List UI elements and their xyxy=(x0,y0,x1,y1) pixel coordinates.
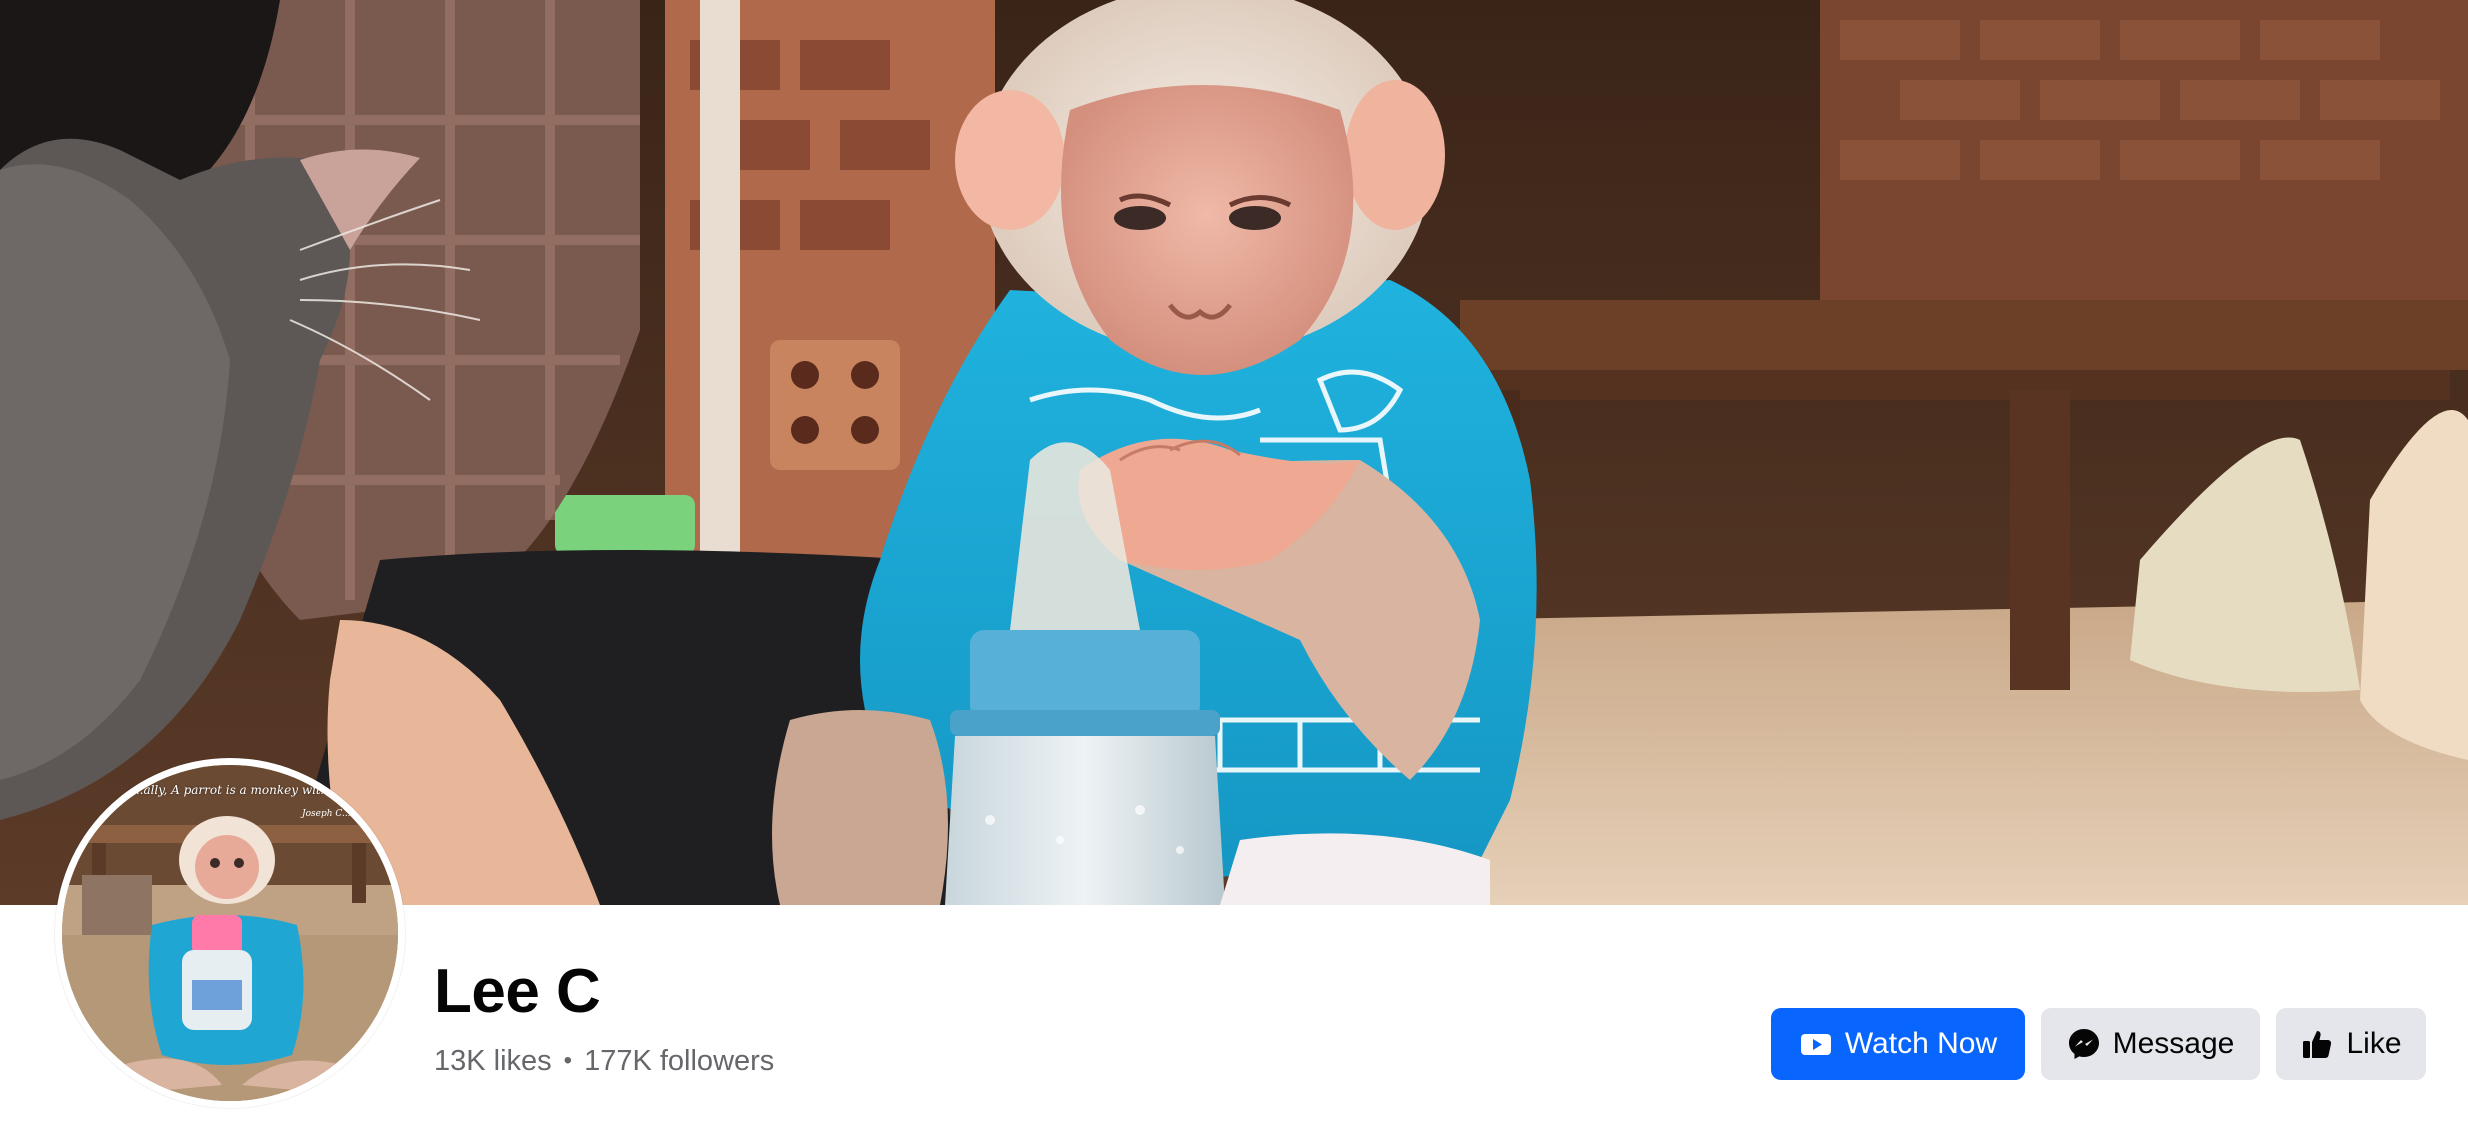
thumbs-up-icon xyxy=(2300,1027,2334,1061)
like-label: Like xyxy=(2346,1027,2402,1060)
watch-now-label: Watch Now xyxy=(1844,1027,1998,1060)
watch-now-button[interactable]: Watch Now xyxy=(1771,1008,2025,1080)
play-video-icon xyxy=(1799,1027,1833,1061)
message-label: Message xyxy=(2112,1027,2235,1060)
page-header: ...ally, A parrot is a monkey with... Jo… xyxy=(0,0,2468,1130)
profile-picture[interactable]: ...ally, A parrot is a monkey with... Jo… xyxy=(62,765,398,1101)
followers-count[interactable]: 177K followers xyxy=(584,1043,774,1079)
profile-picture-quote: ...ally, A parrot is a monkey with... xyxy=(132,783,340,797)
message-button[interactable]: Message xyxy=(2041,1008,2260,1080)
like-button[interactable]: Like xyxy=(2276,1008,2426,1080)
profile-picture-frame[interactable]: ...ally, A parrot is a monkey with... Jo… xyxy=(55,758,405,1108)
stats-separator: • xyxy=(563,1047,573,1074)
page-stats: 13K likes • 177K followers xyxy=(434,1043,774,1079)
profile-picture-quote-author: Joseph C... xyxy=(302,809,351,819)
page-title: Lee C xyxy=(434,957,601,1026)
likes-count[interactable]: 13K likes xyxy=(434,1043,552,1079)
messenger-icon xyxy=(2067,1027,2101,1061)
page-actions: Watch Now Message Like xyxy=(1771,1008,2426,1080)
